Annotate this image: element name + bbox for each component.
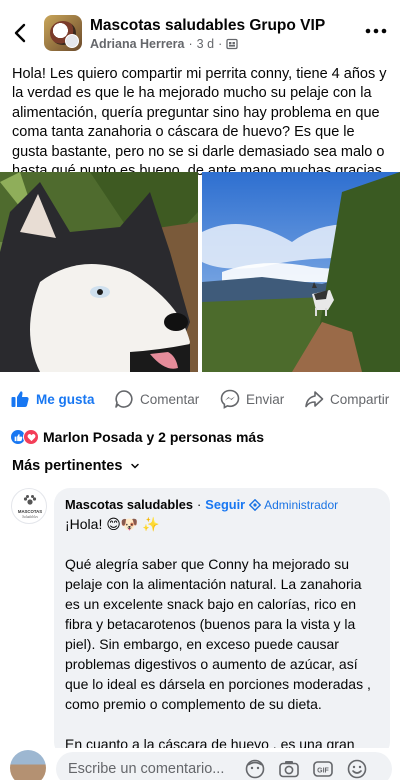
share-label: Compartir — [330, 391, 390, 407]
reaction-icons — [10, 429, 39, 445]
send-button[interactable]: Enviar — [220, 386, 284, 412]
chevron-left-icon[interactable] — [10, 22, 32, 44]
love-reaction-icon — [23, 429, 39, 445]
avatar-sticker-icon[interactable] — [244, 758, 266, 780]
admin-badge: Administrador — [249, 498, 338, 512]
admin-label: Administrador — [264, 497, 339, 512]
mascotas-logo-icon: MASCOTAS Saludables — [18, 495, 42, 519]
reactions-summary[interactable]: Marlon Posada y 2 personas más — [10, 426, 264, 448]
messenger-icon — [220, 389, 240, 409]
author-avatar-badge — [65, 34, 79, 48]
comment-header: Mascotas saludables · Seguir Administrad… — [65, 497, 378, 512]
like-button[interactable]: Me gusta — [10, 386, 95, 412]
comment-sort-dropdown[interactable]: Más pertinentes — [12, 458, 140, 474]
meta-separator: · — [218, 37, 223, 51]
comment-input[interactable]: Escribe un comentario... — [56, 752, 392, 780]
husky-mountain-image — [202, 172, 400, 372]
share-button[interactable]: Compartir — [304, 386, 389, 412]
post-time[interactable]: 3 d — [197, 37, 214, 51]
husky-closeup-image — [0, 172, 198, 372]
post-photo-husky-closeup[interactable] — [0, 172, 198, 372]
post-header: Mascotas saludables Grupo VIP Adriana He… — [0, 0, 400, 62]
group-avatar[interactable] — [44, 15, 82, 51]
current-user-avatar[interactable] — [10, 750, 46, 780]
comment-greeting: ¡Hola! 😊🐶 ✨ — [65, 516, 160, 532]
comment-bubble-icon — [115, 390, 133, 408]
post-meta: Adriana Herrera · 3 d · — [90, 37, 238, 51]
chevron-down-icon — [131, 463, 140, 469]
commenter-avatar[interactable]: MASCOTAS Saludables — [11, 488, 47, 524]
post-photo-husky-mountain[interactable] — [202, 172, 400, 372]
admin-shield-icon — [249, 498, 262, 511]
more-options-icon[interactable] — [364, 24, 388, 38]
comment-button[interactable]: Comentar — [114, 386, 199, 412]
reactions-text: Marlon Posada y 2 personas más — [43, 429, 264, 445]
logo-text: MASCOTAS — [18, 509, 42, 514]
post-author[interactable]: Adriana Herrera — [90, 37, 185, 51]
comment-separator: · — [197, 497, 202, 512]
camera-icon[interactable] — [278, 758, 300, 780]
send-label: Enviar — [246, 391, 285, 407]
meta-separator: · — [188, 37, 193, 51]
follow-button[interactable]: Seguir — [205, 497, 245, 512]
sort-label: Más pertinentes — [12, 458, 123, 474]
gif-text: GIF — [317, 768, 329, 775]
comment-placeholder: Escribe un comentario... — [68, 761, 225, 777]
comment-composer: Escribe un comentario... GIF — [0, 748, 400, 780]
comment-bubble: Mascotas saludables · Seguir Administrad… — [54, 488, 390, 758]
comment-author[interactable]: Mascotas saludables — [65, 497, 193, 512]
comment-body: ¡Hola! 😊🐶 ✨ Qué alegría saber que Conny … — [65, 514, 378, 758]
share-arrow-icon — [305, 391, 324, 408]
group-privacy-icon — [226, 38, 238, 50]
group-name[interactable]: Mascotas saludables Grupo VIP — [90, 17, 325, 35]
comment-paragraph-1: Qué alegría saber que Conny ha mejorado … — [65, 556, 371, 712]
gif-icon[interactable]: GIF — [312, 758, 334, 780]
comment-label: Comentar — [140, 391, 200, 407]
thumbs-up-icon — [11, 391, 29, 407]
logo-subtext: Saludables — [22, 515, 38, 519]
post-text: Hola! Les quiero compartir mi perrita co… — [12, 66, 387, 180]
post-actions: Me gusta Comentar Enviar Compartir — [0, 386, 400, 412]
like-label: Me gusta — [36, 391, 95, 407]
emoji-icon[interactable] — [346, 758, 368, 780]
